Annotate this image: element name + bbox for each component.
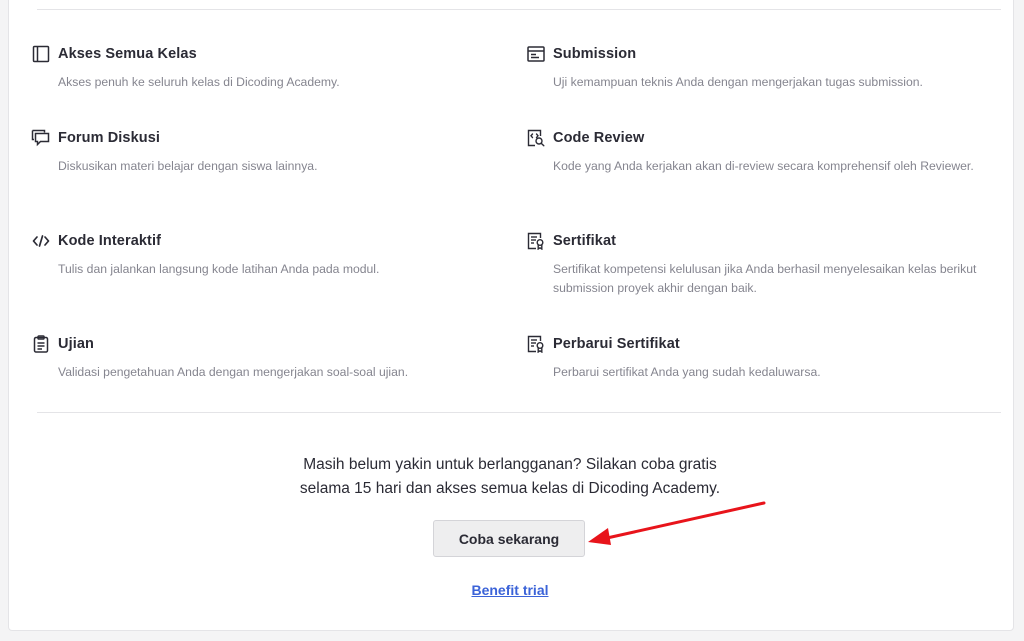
clipboard-icon [31, 335, 50, 354]
certificate-icon [526, 335, 545, 354]
feature-title: Code Review [553, 130, 645, 146]
feature-description: Akses penuh ke seluruh kelas di Dicoding… [58, 75, 340, 89]
annotation-arrow-icon [588, 501, 766, 545]
feature-forum-diskusi: Forum Diskusi Diskusikan materi belajar … [31, 127, 481, 176]
feature-description: Kode yang Anda kerjakan akan di-review s… [553, 159, 974, 173]
trial-message-line-2: selama 15 hari dan akses semua kelas di … [299, 480, 721, 497]
book-icon [31, 45, 50, 64]
feature-description: Uji kemampuan teknis Anda dengan mengerj… [553, 75, 923, 89]
code-review-icon [526, 129, 545, 148]
code-icon [31, 232, 50, 251]
window-icon [526, 45, 545, 64]
feature-perbarui-sertifikat: Perbarui Sertifikat Perbarui sertifikat … [526, 333, 976, 382]
coba-sekarang-button[interactable]: Coba sekarang [433, 520, 585, 557]
feature-sertifikat: Sertifikat Sertifikat kompetensi kelulus… [526, 230, 976, 298]
feature-description: Tulis dan jalankan langsung kode latihan… [58, 262, 380, 276]
feature-title: Kode Interaktif [58, 233, 162, 249]
feature-title: Submission [553, 46, 637, 62]
feature-description: Perbarui sertifikat Anda yang sudah keda… [553, 365, 821, 379]
benefit-trial-link[interactable]: Benefit trial [471, 582, 548, 598]
feature-ujian: Ujian Validasi pengetahuan Anda dengan m… [31, 333, 481, 382]
feature-title: Forum Diskusi [58, 130, 161, 146]
feature-title: Ujian [58, 336, 94, 352]
feature-description: Diskusikan materi belajar dengan siswa l… [58, 159, 318, 173]
feature-submission: Submission Uji kemampuan teknis Anda den… [526, 43, 976, 92]
feature-title: Akses Semua Kelas [58, 46, 197, 62]
feature-title: Perbarui Sertifikat [553, 336, 680, 352]
top-divider [37, 9, 1001, 10]
trial-message: Masih belum yakin untuk berlangganan? Si… [0, 453, 1020, 501]
section-divider [37, 412, 1001, 413]
feature-description: Validasi pengetahuan Anda dengan mengerj… [58, 365, 409, 379]
trial-message-line-1: Masih belum yakin untuk berlangganan? Si… [303, 456, 717, 473]
certificate-icon [526, 232, 545, 251]
feature-code-review: Code Review Kode yang Anda kerjakan akan… [526, 127, 976, 176]
chat-icon [31, 129, 50, 148]
benefit-trial-link-wrapper: Benefit trial [0, 582, 1020, 598]
feature-kode-interaktif: Kode Interaktif Tulis dan jalankan langs… [31, 230, 481, 279]
feature-description: Sertifikat kompetensi kelulusan jika And… [553, 262, 977, 295]
feature-title: Sertifikat [553, 233, 617, 249]
feature-akses-semua-kelas: Akses Semua Kelas Akses penuh ke seluruh… [31, 43, 481, 92]
